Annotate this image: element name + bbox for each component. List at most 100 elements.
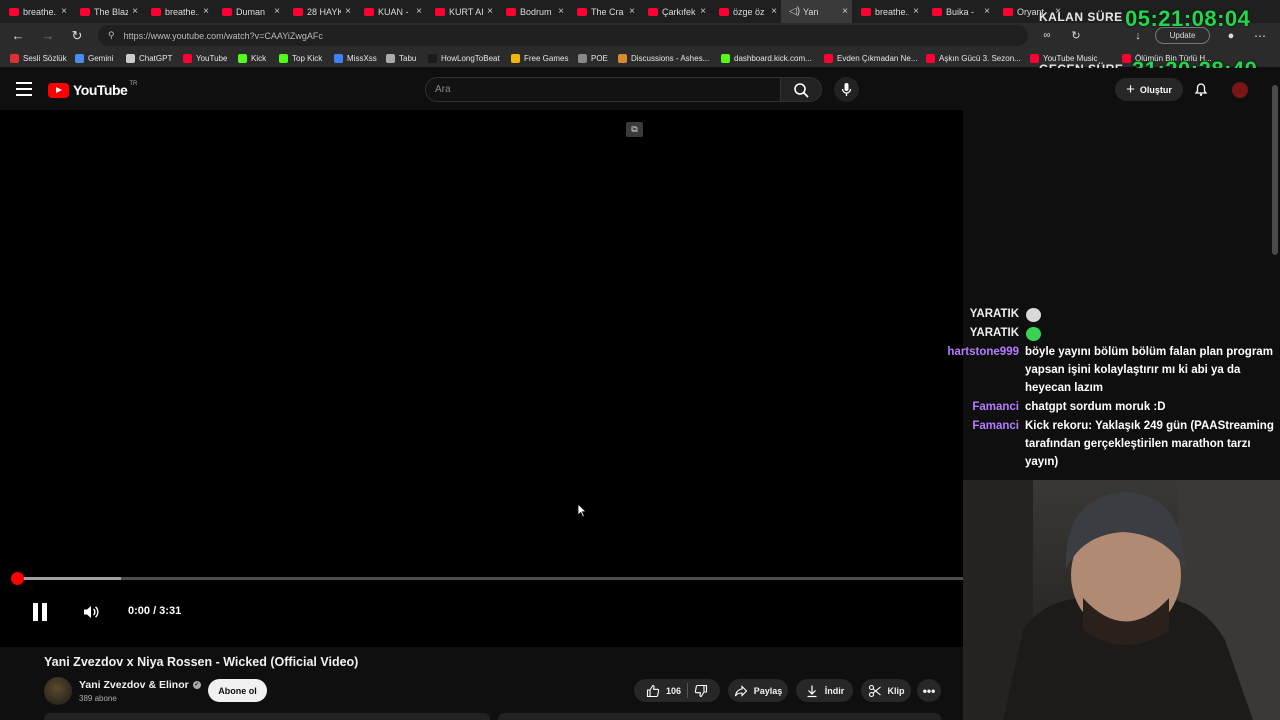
tab-close-icon[interactable]: × — [696, 6, 710, 17]
notifications-bell-icon[interactable] — [1192, 80, 1210, 98]
share-button[interactable]: Paylaş — [728, 679, 788, 702]
subscribe-button[interactable]: Abone ol — [208, 679, 267, 702]
bookmark-item[interactable]: Kick — [238, 52, 266, 65]
channel-avatar[interactable] — [44, 677, 72, 705]
bookmark-item[interactable]: YouTube — [183, 52, 227, 65]
progress-bar[interactable] — [17, 577, 963, 580]
browser-tab[interactable]: özge öz × — [710, 0, 781, 23]
bookmark-item[interactable]: Evden Çıkmadan Ne... — [824, 52, 917, 65]
progress-buffered — [17, 577, 121, 580]
comments-card[interactable] — [498, 713, 941, 720]
back-icon[interactable]: ← — [10, 28, 26, 44]
dislike-button[interactable] — [694, 684, 708, 698]
tab-close-icon[interactable]: × — [909, 6, 923, 17]
browser-tab[interactable]: Duman × — [213, 0, 284, 23]
tab-close-icon[interactable]: × — [483, 6, 497, 17]
bookmark-item[interactable]: dashboard.kick.com... — [721, 52, 812, 65]
menu-icon[interactable] — [16, 82, 32, 96]
bookmark-label: Free Games — [524, 54, 569, 63]
voice-search-button[interactable] — [834, 77, 859, 102]
bookmark-item[interactable]: POE — [578, 52, 608, 65]
bookmark-label: YouTube — [196, 54, 228, 63]
tab-favicon-icon — [577, 7, 587, 16]
tab-title: Çarkıfek — [662, 6, 696, 17]
search-button[interactable] — [781, 77, 822, 102]
tab-close-icon[interactable]: × — [980, 6, 994, 17]
create-button[interactable]: + Oluştur — [1115, 78, 1183, 101]
youtube-logo[interactable]: YouTube TR — [48, 81, 137, 98]
tab-close-icon[interactable]: × — [270, 6, 284, 17]
search-input[interactable]: Ara — [425, 77, 781, 102]
download-button[interactable]: İndir — [796, 679, 853, 702]
bookmark-item[interactable]: Tabu — [386, 52, 416, 65]
tab-close-icon[interactable]: × — [625, 6, 639, 17]
tab-favicon-icon — [435, 7, 445, 16]
like-dislike-group: 106 — [634, 679, 720, 702]
forward-icon[interactable]: → — [40, 28, 56, 44]
bookmark-favicon-icon — [428, 54, 437, 63]
browser-tab[interactable]: Buika - × — [923, 0, 994, 23]
chat-username: YARATIK — [969, 327, 1019, 339]
browser-tab[interactable]: KURT AI × — [426, 0, 497, 23]
pause-icon-bar-right — [42, 603, 47, 621]
bookmark-label: Evden Çıkmadan Ne... — [837, 54, 918, 63]
chat-message: böyle yayını bölüm bölüm falan plan prog… — [1025, 346, 1273, 394]
like-button[interactable]: 106 — [646, 684, 681, 698]
tab-close-icon[interactable]: × — [341, 6, 355, 17]
bookmark-favicon-icon — [824, 54, 833, 63]
tab-title: özge öz — [733, 6, 765, 17]
bookmark-item[interactable]: Gemini — [75, 52, 113, 65]
browser-tab[interactable]: Çarkıfek × — [639, 0, 710, 23]
description-card[interactable] — [44, 713, 490, 720]
page-scrollbar[interactable] — [1272, 85, 1278, 255]
bookmark-item[interactable]: HowLongToBeat — [428, 52, 500, 65]
subscriber-count: 389 abone — [79, 694, 117, 703]
video-player[interactable] — [0, 110, 963, 647]
browser-tab[interactable]: KUAN - × — [355, 0, 426, 23]
tab-favicon-icon — [80, 7, 90, 16]
clip-button[interactable]: Klip — [861, 679, 911, 702]
tab-close-icon[interactable]: × — [128, 6, 142, 17]
reload-icon[interactable]: ↻ — [69, 28, 85, 44]
account-avatar[interactable] — [1232, 82, 1248, 98]
address-bar[interactable]: ⚲ https://www.youtube.com/watch?v=CAAYiZ… — [98, 25, 1028, 46]
bookmark-favicon-icon — [721, 54, 730, 63]
bookmark-label: Top Kick — [292, 54, 323, 63]
pause-icon-bar-left — [33, 603, 38, 621]
bookmark-item[interactable]: ChatGPT — [126, 52, 172, 65]
tab-close-icon[interactable]: × — [412, 6, 426, 17]
bookmark-item[interactable]: MissXss — [334, 52, 377, 65]
channel-name-link[interactable]: Yani Zvezdov & Elinor ✓ — [79, 679, 201, 691]
bookmark-favicon-icon — [386, 54, 395, 63]
more-actions-button[interactable]: ••• — [917, 679, 941, 702]
download-arrow-icon — [807, 685, 817, 697]
progress-scrubber-handle[interactable] — [11, 572, 24, 585]
miniplayer-icon[interactable]: ⧉ — [626, 122, 643, 137]
pause-button[interactable] — [31, 603, 49, 621]
browser-tab[interactable]: Bodrum × — [497, 0, 568, 23]
bookmark-item[interactable]: Aşkın Gücü 3. Sezon... — [926, 52, 1021, 65]
bookmark-favicon-icon — [183, 54, 192, 63]
browser-tab[interactable]: The Cra × — [568, 0, 639, 23]
bookmark-item[interactable]: Free Games — [511, 52, 568, 65]
site-info-icon[interactable]: ⚲ — [108, 30, 115, 41]
tab-close-icon[interactable]: × — [57, 6, 71, 17]
tab-close-icon[interactable]: × — [767, 6, 781, 17]
bookmark-item[interactable]: Discussions - Ashes... — [618, 52, 709, 65]
browser-tab[interactable]: The Blaz × — [71, 0, 142, 23]
chat-username: hartstone999 — [947, 346, 1019, 358]
browser-tab[interactable]: 28 HAYK × — [284, 0, 355, 23]
bookmark-item[interactable]: Sesli Sözlük — [10, 52, 67, 65]
browser-tab[interactable]: breathe...× — [852, 0, 923, 23]
volume-icon[interactable] — [81, 603, 101, 621]
tab-close-icon[interactable]: × — [554, 6, 568, 17]
browser-tab[interactable]: ◁) Yan × — [781, 0, 852, 23]
bookmark-favicon-icon — [238, 54, 247, 63]
tab-close-icon[interactable]: × — [199, 6, 213, 17]
tab-close-icon[interactable]: × — [838, 6, 852, 17]
browser-tab[interactable]: breathe...× — [142, 0, 213, 23]
browser-tab[interactable]: breathe...× — [0, 0, 71, 23]
tab-favicon-icon — [932, 7, 942, 16]
tab-title: Bodrum — [520, 6, 552, 17]
bookmark-item[interactable]: Top Kick — [279, 52, 322, 65]
